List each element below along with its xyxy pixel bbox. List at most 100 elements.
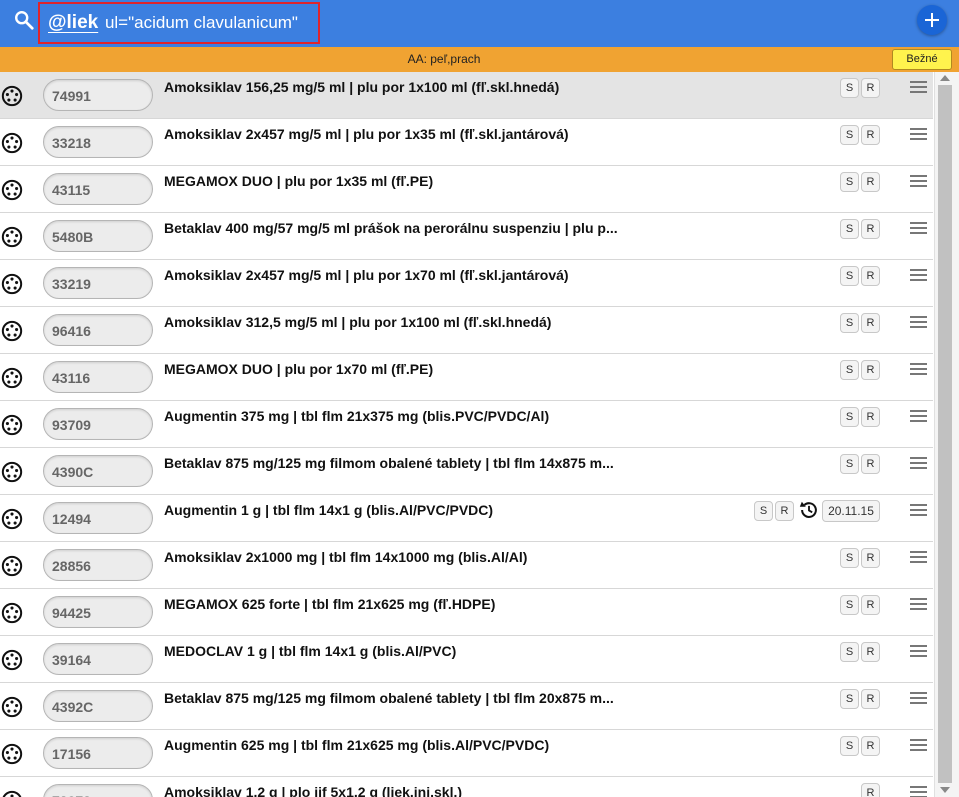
medication-title[interactable]: MEGAMOX DUO | plu por 1x70 ml (fľ.PE) xyxy=(164,361,754,377)
menu-icon[interactable] xyxy=(910,81,927,94)
list-item[interactable]: 12494 Augmentin 1 g | tbl flm 14x1 g (bli… xyxy=(0,495,933,542)
menu-icon[interactable] xyxy=(910,692,927,705)
list-item[interactable]: 72972 Amoksiklav 1,2 g | plo iif 5x1,2 g … xyxy=(0,777,933,797)
bezne-button[interactable]: Bežné xyxy=(892,49,952,70)
r-button[interactable]: R xyxy=(861,454,880,474)
list-item[interactable]: 4392C Betaklav 875 mg/125 mg filmom obale… xyxy=(0,683,933,730)
medication-title[interactable]: Amoksiklav 1,2 g | plo iif 5x1,2 g (liek… xyxy=(164,784,754,797)
r-button[interactable]: R xyxy=(861,266,880,286)
medication-title[interactable]: Augmentin 1 g | tbl flm 14x1 g (blis.Al/… xyxy=(164,502,754,518)
menu-icon[interactable] xyxy=(910,457,927,470)
s-button[interactable]: S xyxy=(754,501,773,521)
list-item[interactable]: 43115 MEGAMOX DUO | plu por 1x35 ml (fľ.P… xyxy=(0,166,933,213)
list-item[interactable]: 4390C Betaklav 875 mg/125 mg filmom obale… xyxy=(0,448,933,495)
list-item[interactable]: 17156 Augmentin 625 mg | tbl flm 21x625 m… xyxy=(0,730,933,777)
r-button[interactable]: R xyxy=(861,548,880,568)
s-button[interactable]: S xyxy=(840,454,859,474)
menu-icon[interactable] xyxy=(910,410,927,423)
r-button[interactable]: R xyxy=(861,407,880,427)
code-badge[interactable]: 43115 xyxy=(43,173,153,205)
code-badge[interactable]: 28856 xyxy=(43,549,153,581)
list-item[interactable]: 96416 Amoksiklav 312,5 mg/5 ml | plu por … xyxy=(0,307,933,354)
r-button[interactable]: R xyxy=(861,736,880,756)
s-button[interactable]: S xyxy=(840,313,859,333)
list-item[interactable]: 39164 MEDOCLAV 1 g | tbl flm 14x1 g (blis… xyxy=(0,636,933,683)
code-badge[interactable]: 33218 xyxy=(43,126,153,158)
s-button[interactable]: S xyxy=(840,642,859,662)
menu-icon[interactable] xyxy=(910,504,927,517)
r-button[interactable]: R xyxy=(861,125,880,145)
medication-title[interactable]: Betaklav 875 mg/125 mg filmom obalené ta… xyxy=(164,455,754,471)
code-badge[interactable]: 4392C xyxy=(43,690,153,722)
s-button[interactable]: S xyxy=(840,689,859,709)
medication-title[interactable]: Betaklav 400 mg/57 mg/5 ml prášok na per… xyxy=(164,220,754,236)
scroll-down-arrow-icon[interactable] xyxy=(940,787,950,793)
menu-icon[interactable] xyxy=(910,551,927,564)
code-badge[interactable]: 93709 xyxy=(43,408,153,440)
list-item[interactable]: 28856 Amoksiklav 2x1000 mg | tbl flm 14x1… xyxy=(0,542,933,589)
menu-icon[interactable] xyxy=(910,269,927,282)
menu-icon[interactable] xyxy=(910,739,927,752)
medication-title[interactable]: Augmentin 375 mg | tbl flm 21x375 mg (bl… xyxy=(164,408,754,424)
r-button[interactable]: R xyxy=(861,172,880,192)
s-button[interactable]: S xyxy=(840,219,859,239)
menu-icon[interactable] xyxy=(910,316,927,329)
code-badge[interactable]: 96416 xyxy=(43,314,153,346)
medication-title[interactable]: Amoksiklav 2x457 mg/5 ml | plu por 1x70 … xyxy=(164,267,754,283)
r-button[interactable]: R xyxy=(861,360,880,380)
r-button[interactable]: R xyxy=(861,595,880,615)
medication-title[interactable]: Amoksiklav 312,5 mg/5 ml | plu por 1x100… xyxy=(164,314,754,330)
r-button[interactable]: R xyxy=(775,501,794,521)
s-button[interactable]: S xyxy=(840,78,859,98)
medication-title[interactable]: MEDOCLAV 1 g | tbl flm 14x1 g (blis.Al/P… xyxy=(164,643,754,659)
code-badge[interactable]: 72972 xyxy=(43,784,153,797)
search-query-text[interactable]: @liek ul="acidum clavulanicum" xyxy=(48,12,298,34)
list-item[interactable]: 94425 MEGAMOX 625 forte | tbl flm 21x625 … xyxy=(0,589,933,636)
menu-icon[interactable] xyxy=(910,222,927,235)
menu-icon[interactable] xyxy=(910,128,927,141)
s-button[interactable]: S xyxy=(840,125,859,145)
menu-icon[interactable] xyxy=(910,175,927,188)
search-query[interactable]: ul="acidum clavulanicum" xyxy=(105,13,298,32)
medication-title[interactable]: Amoksiklav 2x1000 mg | tbl flm 14x1000 m… xyxy=(164,549,754,565)
r-button[interactable]: R xyxy=(861,783,880,797)
list-item[interactable]: 74991 Amoksiklav 156,25 mg/5 ml | plu por… xyxy=(0,72,933,119)
search-input[interactable]: @liek ul="acidum clavulanicum" xyxy=(38,2,320,44)
r-button[interactable]: R xyxy=(861,642,880,662)
medication-title[interactable]: Betaklav 875 mg/125 mg filmom obalené ta… xyxy=(164,690,754,706)
s-button[interactable]: S xyxy=(840,266,859,286)
code-badge[interactable]: 5480B xyxy=(43,220,153,252)
menu-icon[interactable] xyxy=(910,363,927,376)
medication-title[interactable]: Amoksiklav 2x457 mg/5 ml | plu por 1x35 … xyxy=(164,126,754,142)
s-button[interactable]: S xyxy=(840,407,859,427)
r-button[interactable]: R xyxy=(861,313,880,333)
s-button[interactable]: S xyxy=(840,172,859,192)
list-item[interactable]: 43116 MEGAMOX DUO | plu por 1x70 ml (fľ.P… xyxy=(0,354,933,401)
r-button[interactable]: R xyxy=(861,219,880,239)
r-button[interactable]: R xyxy=(861,78,880,98)
s-button[interactable]: S xyxy=(840,360,859,380)
code-badge[interactable]: 33219 xyxy=(43,267,153,299)
menu-icon[interactable] xyxy=(910,786,927,797)
menu-icon[interactable] xyxy=(910,645,927,658)
code-badge[interactable]: 74991 xyxy=(43,79,153,111)
menu-icon[interactable] xyxy=(910,598,927,611)
search-tag[interactable]: @liek xyxy=(48,12,98,33)
s-button[interactable]: S xyxy=(840,595,859,615)
history-date[interactable]: 20.11.15 xyxy=(822,500,880,522)
code-badge[interactable]: 12494 xyxy=(43,502,153,534)
add-button[interactable] xyxy=(917,5,947,35)
s-button[interactable]: S xyxy=(840,548,859,568)
scroll-up-arrow-icon[interactable] xyxy=(940,75,950,81)
medication-title[interactable]: MEGAMOX 625 forte | tbl flm 21x625 mg (f… xyxy=(164,596,754,612)
medication-title[interactable]: MEGAMOX DUO | plu por 1x35 ml (fľ.PE) xyxy=(164,173,754,189)
code-badge[interactable]: 43116 xyxy=(43,361,153,393)
code-badge[interactable]: 17156 xyxy=(43,737,153,769)
s-button[interactable]: S xyxy=(840,736,859,756)
list-item[interactable]: 93709 Augmentin 375 mg | tbl flm 21x375 m… xyxy=(0,401,933,448)
list-item[interactable]: 33218 Amoksiklav 2x457 mg/5 ml | plu por … xyxy=(0,119,933,166)
history-icon[interactable] xyxy=(798,499,820,521)
code-badge[interactable]: 94425 xyxy=(43,596,153,628)
code-badge[interactable]: 39164 xyxy=(43,643,153,675)
list-item[interactable]: 5480B Betaklav 400 mg/57 mg/5 ml prášok n… xyxy=(0,213,933,260)
